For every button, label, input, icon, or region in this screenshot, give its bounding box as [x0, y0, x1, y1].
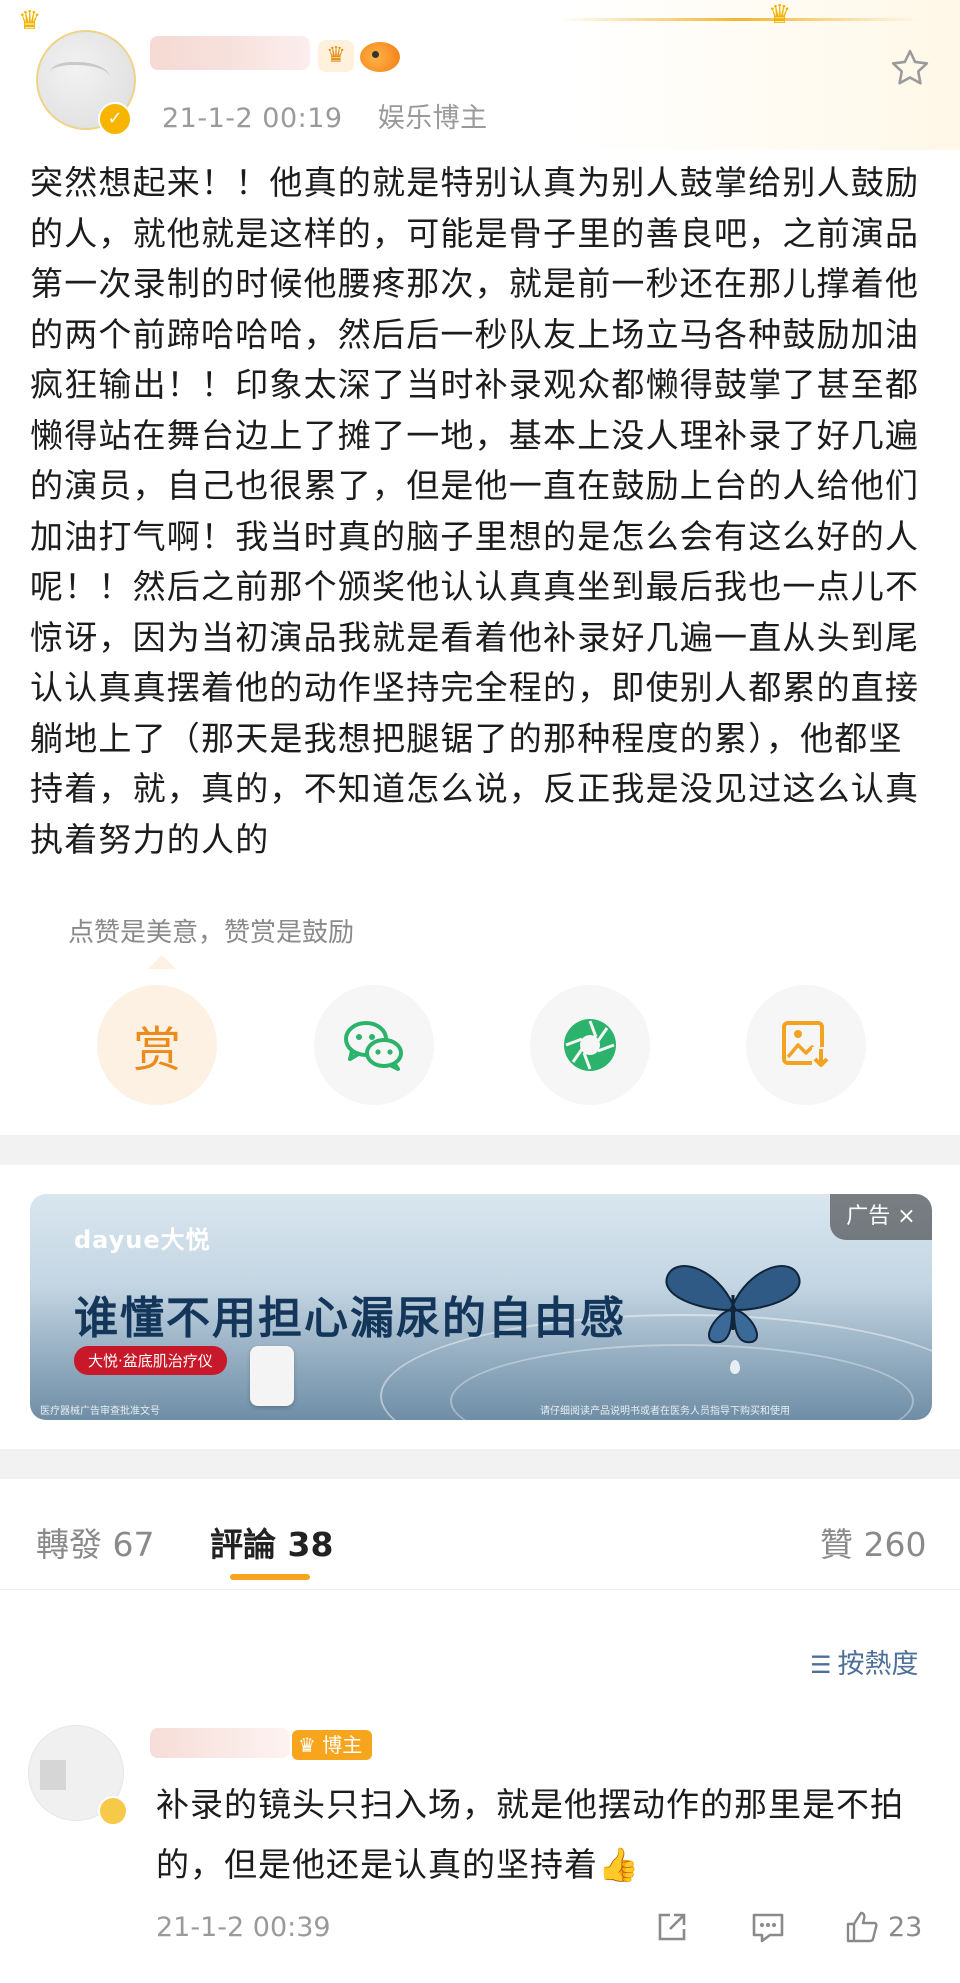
- moments-icon: [564, 1019, 616, 1071]
- blogger-badge-label: 博主: [322, 1733, 363, 1757]
- comment-text: 补录的镜头只扫入场，就是他摆动作的那里是不拍的，但是他还是认真的坚持着👍: [156, 1785, 904, 1884]
- share-wechat-button[interactable]: [314, 985, 434, 1105]
- ad-fine-print: 请仔细阅读产品说明书或者在医务人员指导下购买和使用: [540, 1406, 790, 1417]
- header-decoration: [560, 18, 920, 21]
- tabs-divider: [0, 1589, 960, 1590]
- post-meta: 21-1-2 00:19 娱乐博主: [162, 96, 514, 135]
- commenter-badge-icon: [98, 1796, 128, 1826]
- tab-repost-label: 轉發: [36, 1525, 102, 1564]
- comment-time: 21-1-2 00:39: [156, 1912, 331, 1943]
- avatar-image: [40, 1760, 66, 1790]
- share-moments-button[interactable]: [530, 985, 650, 1105]
- post-time: 21-1-2 00:19: [162, 103, 343, 134]
- section-divider: [0, 1449, 960, 1479]
- commenter-name-redacted[interactable]: [150, 1728, 290, 1758]
- reward-tip: 点赞是美意，赞赏是鼓励: [68, 918, 355, 948]
- tab-comments[interactable]: 評論 38: [210, 1518, 333, 1566]
- author-role: 娱乐博主: [377, 103, 488, 134]
- tab-likes[interactable]: 贊 260: [820, 1518, 927, 1566]
- crown-badge-icon: ♛: [318, 40, 354, 72]
- ad-banner[interactable]: dayue大悦 谁懂不用担心漏尿的自由感 大悦·盆底肌治疗仪 医疗器械广告审查批…: [30, 1194, 932, 1420]
- butterfly-icon: [665, 1265, 801, 1344]
- sort-label: 按熱度: [837, 1649, 919, 1680]
- comment-like-count: 23: [888, 1911, 923, 1943]
- fish-badge-icon: [360, 42, 400, 72]
- crown-icon: ♛: [768, 0, 792, 30]
- tab-likes-label: 贊: [820, 1525, 853, 1564]
- tab-comments-label: 評論: [210, 1525, 276, 1564]
- ad-product-pill: 大悦·盆底肌治疗仪: [74, 1346, 227, 1375]
- active-tab-indicator: [230, 1574, 310, 1580]
- tab-repost[interactable]: 轉發 67: [36, 1518, 155, 1566]
- ad-headline: 谁懂不用担心漏尿的自由感: [74, 1293, 626, 1344]
- tip-caret: [148, 955, 176, 969]
- ad-brand-logo: dayue大悦: [74, 1226, 211, 1254]
- sort-by-hot-button[interactable]: ☰ 按熱度: [810, 1642, 919, 1681]
- tab-likes-count: 260: [863, 1525, 927, 1564]
- tab-comments-count: 38: [287, 1525, 334, 1564]
- water-droplet: [730, 1360, 740, 1374]
- save-image-icon: [782, 1021, 830, 1069]
- ad-device-image: [250, 1346, 294, 1406]
- crown-icon: ♛: [298, 1733, 323, 1757]
- favorite-star-icon[interactable]: [888, 46, 932, 90]
- tab-repost-count: 67: [112, 1525, 155, 1564]
- comment-share-button[interactable]: [654, 1908, 690, 1946]
- comment-reply-button[interactable]: [750, 1908, 786, 1946]
- sort-icon: ☰: [810, 1651, 832, 1679]
- avatar-image: [50, 62, 110, 91]
- blogger-badge: ♛ 博主: [292, 1730, 373, 1760]
- save-image-button[interactable]: [746, 985, 866, 1105]
- wechat-icon: [344, 1021, 403, 1071]
- share-icon: [658, 1913, 686, 1941]
- post-text: 突然想起来！！他真的就是特别认真为别人鼓掌给别人鼓励的人，就他就是这样的，可能是…: [30, 163, 920, 859]
- reward-button[interactable]: 赏: [97, 985, 217, 1105]
- ad-fine-print: 医疗器械广告审查批准文号: [40, 1406, 160, 1417]
- crown-icon: ♛: [18, 6, 42, 36]
- thumbs-up-icon: [846, 1911, 878, 1943]
- reward-icon: 赏: [132, 1022, 181, 1078]
- author-name-redacted[interactable]: [150, 36, 310, 70]
- comment-icon: [752, 1913, 784, 1943]
- section-divider: [0, 1135, 960, 1165]
- ad-close-tag[interactable]: 广告 ×: [830, 1194, 932, 1240]
- comment-like-button[interactable]: 23: [844, 1908, 922, 1946]
- verified-icon: ✓: [98, 102, 132, 136]
